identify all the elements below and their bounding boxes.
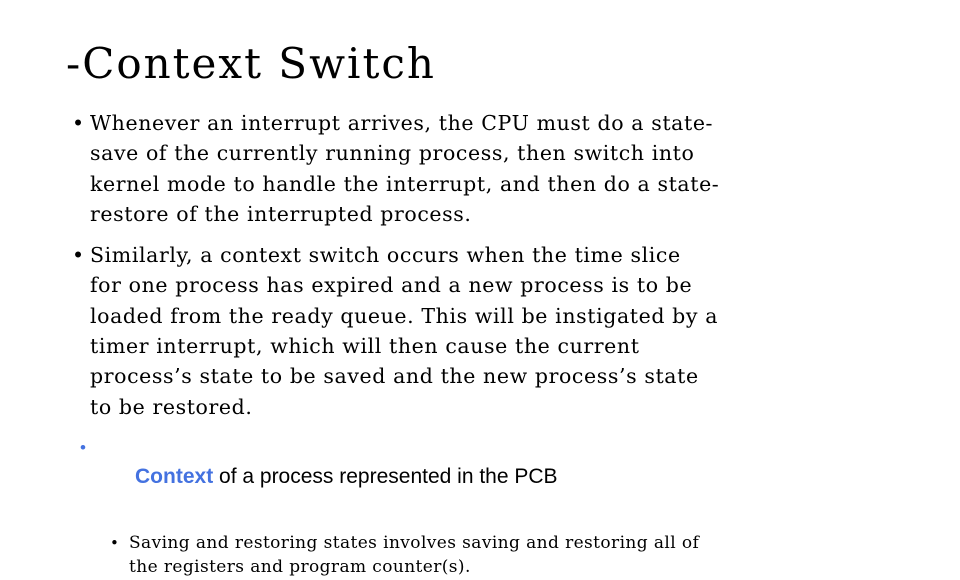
slide-canvas: -Context Switch • Whenever an interrupt … [0,0,960,577]
bullet-3-highlight: Context [135,464,214,488]
bullet-3-rest: of a process represented in the PCB [213,464,558,488]
bullet-1-line-3: kernel mode to handle the interrupt, and… [90,171,720,196]
bullet-item-4: • Saving and restoring states involves s… [66,531,906,580]
bullet-item-2: • Similarly, a context switch occurs whe… [66,240,906,422]
bullet-4-line-1: Saving and restoring states involves sav… [129,532,700,553]
bullet-1-line-2: save of the currently running process, t… [90,141,695,166]
page-title: -Context Switch [66,39,436,88]
bullet-marker-icon: • [72,243,85,268]
slide-body: • Whenever an interrupt arrives, the CPU… [66,108,906,580]
bullet-2-line-5: process’s state to be saved and the new … [90,364,699,389]
bullet-1-line-1: Whenever an interrupt arrives, the CPU m… [90,111,714,135]
bullet-marker-icon: • [72,111,85,135]
bullet-2-line-6: to be restored. [90,394,253,419]
bullet-2-line-2: for one process has expired and a new pr… [90,273,693,298]
bullet-2-line-1: Similarly, a context switch occurs when … [90,243,681,268]
bullet-item-3: • Context of a process represented in the… [66,433,906,520]
bullet-item-1: • Whenever an interrupt arrives, the CPU… [66,108,906,229]
bullet-2-line-4: timer interrupt, which will then cause t… [90,334,640,359]
bullet-marker-icon: • [110,533,120,552]
bullet-marker-icon: • [80,437,86,457]
bullet-1-line-4: restore of the interrupted process. [90,201,472,226]
bullet-2-line-3: loaded from the ready queue. This will b… [90,303,719,328]
bullet-4-line-2: the registers and program counter(s). [129,557,471,578]
